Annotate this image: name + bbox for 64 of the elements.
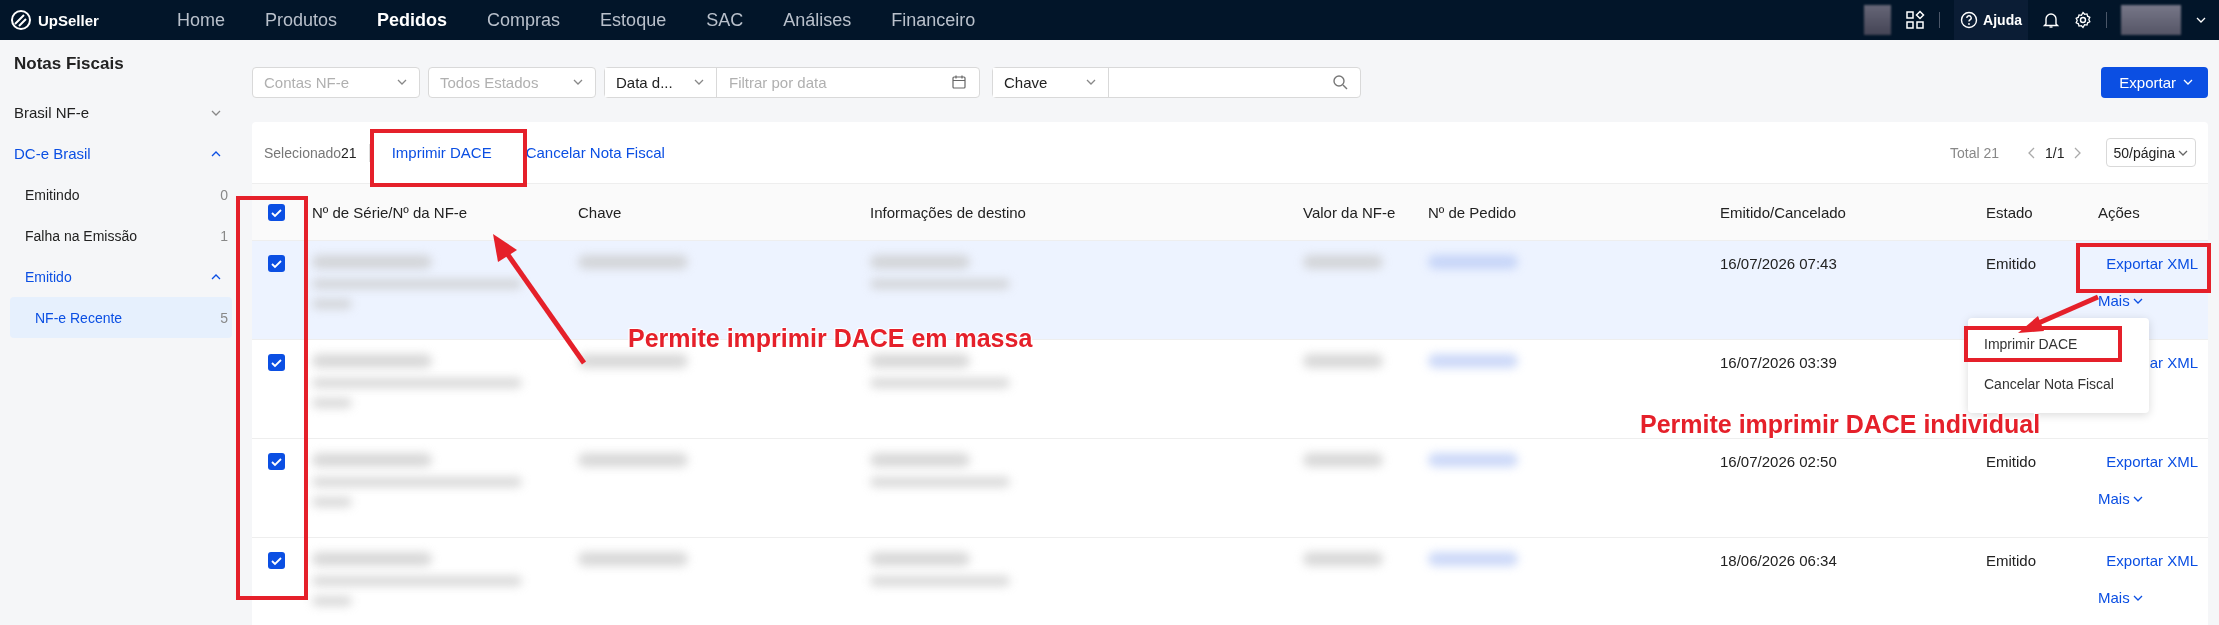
checkbox[interactable]	[268, 203, 285, 221]
count-label: 5	[220, 309, 228, 326]
export-xml-link[interactable]: Exportar XML	[2098, 255, 2198, 272]
column-header: Valor da NF-e	[1303, 203, 1396, 221]
column-header: Nº de Série/Nº da NF-e	[312, 203, 469, 221]
table-cell-text: 16/07/2026 03:39	[1720, 354, 1838, 371]
bell-icon[interactable]	[2042, 11, 2060, 29]
apps-icon[interactable]	[1905, 10, 1926, 30]
more-menu-link[interactable]: Mais	[2098, 292, 2191, 309]
redacted-block	[2121, 5, 2181, 35]
redacted-block	[1864, 5, 1892, 35]
more-menu-link[interactable]: Mais	[2098, 589, 2191, 606]
table-cell-text: 16/07/2026 02:50	[1720, 453, 1838, 470]
nav-tab[interactable]: Financeiro	[871, 0, 996, 40]
status-text: Emitido	[1986, 453, 2038, 470]
status-text: Emitido	[1986, 552, 2038, 569]
nav-tab[interactable]: Home	[157, 0, 245, 40]
selected-count: Selecionado21	[264, 144, 357, 161]
export-xml-link[interactable]: Exportar XML	[2098, 453, 2198, 470]
sidebar-item[interactable]: Emitido	[10, 256, 232, 297]
column-header: Informações de destino	[870, 203, 1027, 221]
export-button[interactable]: Exportar	[2101, 66, 2208, 98]
help-link[interactable]: Ajuda	[1954, 0, 2028, 40]
column-header: Estado	[1986, 203, 2034, 221]
sidebar-item[interactable]: NF-e Recente 5	[10, 297, 232, 338]
sidebar-item[interactable]: Falha na Emissão 1	[10, 215, 232, 256]
nav-tab[interactable]: Estoque	[580, 0, 687, 40]
column-header: Chave	[578, 203, 623, 221]
logo-text: UpSeller	[38, 11, 99, 29]
nav-tab[interactable]: Compras	[467, 0, 581, 40]
page-size-select[interactable]: 50/página	[2106, 138, 2196, 167]
nav-tab[interactable]: Análises	[763, 0, 872, 40]
checkbox[interactable]	[268, 552, 285, 569]
sidebar-item[interactable]: Brasil NF-e	[10, 92, 232, 133]
table-cell-text: 16/07/2026 07:43	[1720, 255, 1838, 272]
column-header: Nº de Pedido	[1428, 203, 1518, 221]
bulk-action-link[interactable]: Imprimir DACE	[391, 144, 492, 161]
checkbox[interactable]	[268, 255, 285, 272]
table-row[interactable]: 16/07/2026 02:50 Emitido Exportar XML Mais	[252, 438, 2208, 537]
page-indicator: 1/1	[2045, 144, 2065, 161]
more-menu-link[interactable]: Mais	[2098, 490, 2191, 507]
count-label: 0	[220, 186, 228, 203]
table-row[interactable]: 18/06/2026 06:34 Emitido Exportar XML Mais	[252, 537, 2208, 625]
sidebar-item[interactable]: Emitindo 0	[10, 174, 232, 215]
checkbox[interactable]	[268, 453, 285, 470]
logo-icon	[10, 9, 32, 31]
status-text: Emitido	[1986, 255, 2038, 272]
nav-tab[interactable]: SAC	[686, 0, 764, 40]
help-icon	[1960, 11, 1979, 29]
total-label: Total 21	[1949, 144, 1999, 161]
nav-tab[interactable]: Pedidos	[357, 0, 468, 40]
sidebar-title: Notas Fiscais	[13, 54, 125, 74]
checkbox[interactable]	[268, 354, 285, 371]
nav-tab[interactable]: Produtos	[245, 0, 358, 40]
sidebar-item[interactable]: DC-e Brasil	[10, 133, 232, 174]
bulk-action-link[interactable]: Cancelar Nota Fiscal	[525, 144, 665, 161]
column-header: Emitido/Cancelado	[1720, 203, 1847, 221]
annotation-text: Permite imprimir DACE individual	[1640, 410, 2041, 439]
export-xml-link[interactable]: Exportar XML	[2098, 552, 2198, 569]
column-header: Ações	[2098, 203, 2141, 221]
table-cell-text: 18/06/2026 06:34	[1720, 552, 1838, 569]
count-label: 1	[220, 227, 228, 244]
settings-icon[interactable]	[2074, 11, 2092, 29]
menu-item[interactable]: Cancelar Nota Fiscal	[1968, 364, 2149, 404]
